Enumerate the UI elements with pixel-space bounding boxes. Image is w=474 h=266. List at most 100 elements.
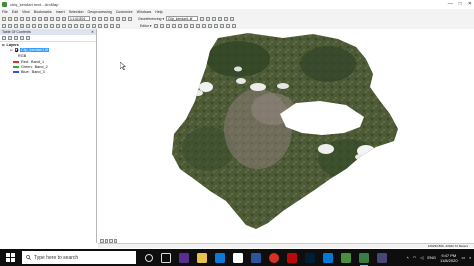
toc-options-icon[interactable]: [26, 36, 30, 40]
arcmap-active-window-icon[interactable]: [359, 252, 369, 266]
python-icon[interactable]: [122, 16, 126, 21]
rotate-feature-icon[interactable]: [213, 23, 218, 28]
menu-help[interactable]: Help: [155, 10, 162, 14]
create-features-icon[interactable]: [231, 23, 236, 28]
photoshop-icon[interactable]: [305, 252, 315, 263]
point-icon[interactable]: [183, 23, 188, 28]
language-indicator[interactable]: ENG: [427, 255, 436, 260]
identify-icon[interactable]: [68, 23, 72, 28]
editor-menu[interactable]: Editor ▾: [140, 24, 152, 28]
collapse-icon[interactable]: ⊟: [2, 43, 5, 47]
html-popup-icon[interactable]: [104, 23, 108, 28]
menu-customize[interactable]: Customize: [116, 10, 133, 14]
find-route-icon[interactable]: [80, 23, 84, 28]
scale-icon[interactable]: [212, 16, 217, 21]
menu-windows[interactable]: Windows: [137, 10, 152, 14]
cut-icon[interactable]: [26, 16, 30, 21]
maximize-button[interactable]: □: [459, 1, 462, 7]
viewer-icon[interactable]: [230, 16, 235, 21]
straight-segment-icon[interactable]: [165, 23, 170, 28]
menu-geoprocessing[interactable]: Geoprocessing: [88, 10, 112, 14]
create-viewer-window-icon[interactable]: [116, 23, 120, 28]
georef-layer-combo[interactable]: Clip_kendari1.tif: [166, 16, 199, 21]
rotate-icon[interactable]: [200, 16, 205, 21]
teams-icon[interactable]: [377, 252, 387, 263]
layer-name[interactable]: Clip_kendari1.tif: [20, 48, 50, 52]
menu-insert[interactable]: Insert: [56, 10, 65, 14]
cut-polygons-icon[interactable]: [201, 23, 206, 28]
edit-tool-icon[interactable]: [153, 23, 158, 28]
zoom-in-icon[interactable]: [2, 23, 6, 28]
edit-vertices-icon[interactable]: [189, 23, 194, 28]
arctoolbox-icon[interactable]: [116, 16, 120, 21]
volume-icon[interactable]: ◁: [420, 255, 423, 260]
add-control-points-icon[interactable]: [218, 16, 223, 21]
view-link-table-icon[interactable]: [224, 16, 229, 21]
full-extent-icon[interactable]: [20, 23, 24, 28]
go-to-xy-icon[interactable]: [86, 23, 90, 28]
map-display[interactable]: [98, 29, 474, 243]
add-data-icon[interactable]: [62, 16, 66, 21]
delete-icon[interactable]: [44, 16, 48, 21]
measure-icon[interactable]: [92, 23, 96, 28]
vscode-icon[interactable]: [323, 252, 333, 263]
close-button[interactable]: ✕: [468, 1, 472, 7]
go-forward-icon[interactable]: [44, 23, 48, 28]
map-scale-combo[interactable]: 1:142,804: [68, 16, 90, 21]
search-window-icon[interactable]: [110, 16, 114, 21]
endpoint-arc-icon[interactable]: [171, 23, 176, 28]
file-explorer-icon[interactable]: [197, 252, 207, 263]
collapse-icon[interactable]: ⊟: [10, 48, 13, 52]
new-document-icon[interactable]: [2, 16, 6, 21]
find-icon[interactable]: [74, 23, 78, 28]
edit-annotation-icon[interactable]: [159, 23, 164, 28]
menu-selection[interactable]: Selection: [69, 10, 84, 14]
zoom-out-icon[interactable]: [8, 23, 12, 28]
shift-icon[interactable]: [206, 16, 211, 21]
split-icon[interactable]: [207, 23, 212, 28]
menu-file[interactable]: File: [2, 10, 8, 14]
chrome-icon[interactable]: [269, 252, 279, 263]
save-icon[interactable]: [14, 16, 18, 21]
list-by-drawing-order-icon[interactable]: [2, 36, 6, 40]
task-view-icon[interactable]: [161, 252, 171, 263]
print-icon[interactable]: [20, 16, 24, 21]
refresh-icon[interactable]: [109, 239, 113, 243]
undo-icon[interactable]: [50, 16, 54, 21]
menu-view[interactable]: View: [22, 10, 30, 14]
open-folder-icon[interactable]: [8, 16, 12, 21]
word-icon[interactable]: [251, 252, 261, 263]
edge-browser-icon[interactable]: [215, 252, 225, 263]
trace-icon[interactable]: [177, 23, 182, 28]
editor-toolbar-icon[interactable]: [92, 16, 96, 21]
copy-icon[interactable]: [32, 16, 36, 21]
redo-icon[interactable]: [56, 16, 60, 21]
list-by-selection-icon[interactable]: [20, 36, 24, 40]
sketch-properties-icon[interactable]: [225, 23, 230, 28]
time-slider-icon[interactable]: [110, 23, 114, 28]
data-view-icon[interactable]: [100, 239, 104, 243]
layer-visibility-checkbox[interactable]: [14, 48, 19, 52]
microsoft-store-icon[interactable]: [233, 252, 243, 263]
visual-studio-icon[interactable]: [179, 252, 189, 263]
layer-item[interactable]: ⊟ Clip_kendari1.tif: [10, 48, 50, 52]
taskbar-clock[interactable]: 9:47 PM 11/8/2020: [440, 253, 458, 263]
reshape-icon[interactable]: [195, 23, 200, 28]
taskbar-search-box[interactable]: Type here to search: [22, 251, 136, 264]
model-builder-icon[interactable]: [128, 16, 132, 21]
toc-close-icon[interactable]: ✕: [91, 30, 94, 34]
windows-start-icon[interactable]: [6, 253, 15, 262]
notification-center-icon[interactable]: ▭: [462, 255, 466, 260]
network-icon[interactable]: ◠: [413, 255, 417, 260]
select-elements-icon[interactable]: [62, 23, 66, 28]
georeferencing-label[interactable]: Georeferencing ▾: [138, 17, 164, 21]
list-by-source-icon[interactable]: [8, 36, 12, 40]
fixed-zoom-in-icon[interactable]: [26, 23, 30, 28]
clear-selection-icon[interactable]: [56, 23, 60, 28]
pan-icon[interactable]: [14, 23, 18, 28]
list-by-visibility-icon[interactable]: [14, 36, 18, 40]
pause-drawing-icon[interactable]: [113, 239, 117, 243]
layers-root[interactable]: ⊟ Layers: [2, 43, 19, 47]
paste-icon[interactable]: [38, 16, 42, 21]
hyperlink-icon[interactable]: [98, 23, 102, 28]
